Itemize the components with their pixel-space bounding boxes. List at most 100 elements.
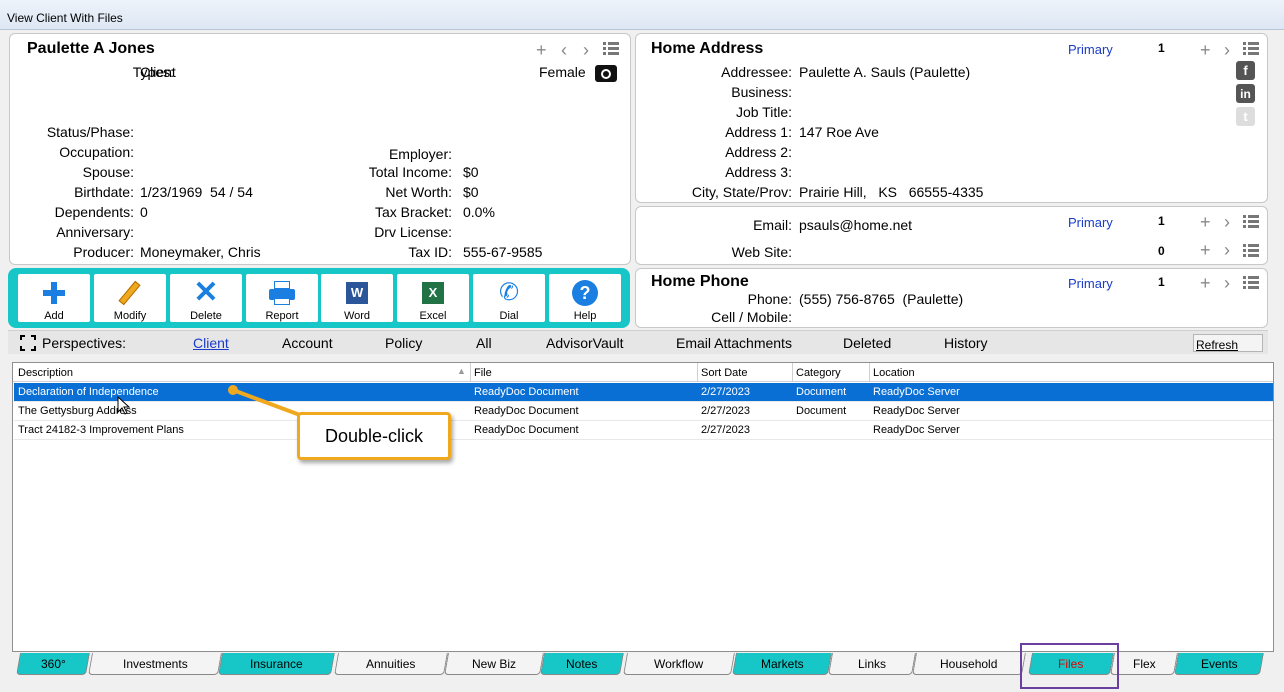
camera-icon[interactable]	[595, 65, 617, 82]
tax-bracket-value: 0.0%	[463, 204, 495, 220]
twitter-icon[interactable]: t	[1236, 107, 1255, 126]
add-phone-icon[interactable]: +	[1200, 274, 1211, 292]
net-worth-label: Net Worth:	[385, 184, 452, 200]
phone-primary-link[interactable]: Primary	[1068, 276, 1113, 291]
column-sort-date[interactable]: Sort Date	[701, 367, 747, 379]
chevron-left-icon[interactable]: ‹	[561, 41, 567, 59]
refresh-button[interactable]: Refresh	[1193, 334, 1263, 352]
dial-button[interactable]: ✆ Dial	[473, 274, 545, 322]
add-email-icon[interactable]: +	[1200, 213, 1211, 231]
home-address-panel: Home Address Primary 1 + › f in t Addres…	[635, 33, 1268, 203]
email-value[interactable]: psauls@home.net	[799, 217, 912, 233]
printer-icon	[246, 280, 318, 306]
column-location[interactable]: Location	[873, 367, 915, 379]
grid-header: Description ▲ File Sort Date Category Lo…	[13, 363, 1273, 382]
cell-description: Declaration of Independence	[18, 386, 159, 398]
address2-label: Address 2:	[725, 144, 792, 160]
producer-value: Moneymaker, Chris	[140, 244, 261, 260]
chevron-right-icon[interactable]: ›	[1224, 274, 1230, 292]
tab-annuities[interactable]: Annuities	[334, 653, 448, 675]
perspective-history[interactable]: History	[944, 335, 988, 351]
list-icon[interactable]	[1243, 244, 1259, 257]
tab-insurance[interactable]: Insurance	[218, 653, 335, 675]
drv-license-label: Drv License:	[374, 224, 452, 240]
cell-file: ReadyDoc Document	[474, 424, 579, 436]
address-primary-link[interactable]: Primary	[1068, 42, 1113, 57]
job-title-label: Job Title:	[735, 104, 792, 120]
add-website-icon[interactable]: +	[1200, 241, 1211, 259]
x-icon: ✕	[193, 276, 219, 309]
cell-file: ReadyDoc Document	[474, 405, 579, 417]
perspective-client[interactable]: Client	[193, 335, 229, 351]
expand-icon[interactable]	[20, 335, 36, 351]
home-phone-title: Home Phone	[651, 273, 749, 290]
cell-location: ReadyDoc Server	[873, 424, 960, 436]
tax-id-value: 555-67-9585	[463, 244, 543, 260]
excel-button[interactable]: X Excel	[397, 274, 469, 322]
column-file[interactable]: File	[474, 367, 492, 379]
addressee-value: Paulette A. Sauls (Paulette)	[799, 64, 971, 80]
tab-links[interactable]: Links	[828, 653, 916, 675]
help-button[interactable]: ? Help	[549, 274, 621, 322]
tab-workflow[interactable]: Workflow	[623, 653, 735, 675]
tab-household[interactable]: Household	[912, 653, 1026, 675]
list-icon[interactable]	[603, 42, 619, 55]
employer-label: Employer:	[388, 146, 452, 162]
list-icon[interactable]	[1243, 215, 1259, 228]
business-label: Business:	[731, 84, 792, 100]
column-description[interactable]: Description	[18, 367, 73, 379]
column-category[interactable]: Category	[796, 367, 841, 379]
perspective-email-attachments[interactable]: Email Attachments	[676, 335, 792, 351]
list-icon[interactable]	[1243, 276, 1259, 289]
tax-bracket-label: Tax Bracket:	[374, 204, 452, 220]
chevron-right-icon[interactable]: ›	[583, 41, 589, 59]
perspectives-label: Perspectives:	[42, 335, 127, 351]
list-icon[interactable]	[1243, 42, 1259, 55]
total-income-value: $0	[463, 164, 479, 180]
producer-label: Producer:	[73, 244, 134, 260]
report-button[interactable]: Report	[246, 274, 318, 322]
table-row[interactable]: Tract 24182-3 Improvement Plans ReadyDoc…	[14, 421, 1273, 440]
delete-button[interactable]: ✕ Delete	[170, 274, 242, 322]
excel-button-label: Excel	[419, 310, 447, 322]
chevron-right-icon[interactable]: ›	[1224, 241, 1230, 259]
plus-icon	[18, 280, 90, 306]
phone-label: Phone:	[747, 291, 792, 307]
facebook-icon[interactable]: f	[1236, 61, 1255, 80]
add-icon[interactable]: +	[536, 41, 547, 59]
tab-events[interactable]: Events	[1174, 653, 1264, 675]
add-address-icon[interactable]: +	[1200, 41, 1211, 59]
cell-location: ReadyDoc Server	[873, 386, 960, 398]
table-row[interactable]: Declaration of Independence ReadyDoc Doc…	[14, 383, 1273, 402]
chevron-right-icon[interactable]: ›	[1224, 41, 1230, 59]
tab-markets[interactable]: Markets	[732, 653, 832, 675]
perspective-deleted[interactable]: Deleted	[843, 335, 891, 351]
window-title: View Client With Files	[7, 11, 123, 25]
perspective-advisorvault[interactable]: AdvisorVault	[546, 335, 624, 351]
tab-investments[interactable]: Investments	[88, 653, 222, 675]
tax-id-label: Tax ID:	[408, 244, 452, 260]
add-button[interactable]: Add	[18, 274, 90, 322]
tab-new-biz[interactable]: New Biz	[444, 653, 544, 675]
perspective-all[interactable]: All	[476, 335, 492, 351]
perspective-policy[interactable]: Policy	[385, 335, 422, 351]
linkedin-icon[interactable]: in	[1236, 84, 1255, 103]
tab-flex[interactable]: Flex	[1110, 653, 1178, 675]
chevron-right-icon[interactable]: ›	[1224, 213, 1230, 231]
tab-360[interactable]: 360°	[16, 653, 90, 675]
word-button[interactable]: W Word	[321, 274, 393, 322]
cell-sort-date: 2/27/2023	[701, 386, 750, 398]
cell-sort-date: 2/27/2023	[701, 405, 750, 417]
client-panel: Paulette A Jones + ‹ › Types: Client Fem…	[9, 33, 631, 265]
cell-label: Cell / Mobile:	[711, 309, 792, 325]
types-value: Client	[140, 64, 176, 80]
word-button-label: Word	[343, 310, 371, 322]
phone-value[interactable]: (555) 756-8765 (Paulette)	[799, 291, 963, 307]
modify-button[interactable]: Modify	[94, 274, 166, 322]
perspective-account[interactable]: Account	[282, 335, 333, 351]
email-primary-link[interactable]: Primary	[1068, 215, 1113, 230]
tab-notes[interactable]: Notes	[540, 653, 624, 675]
table-row[interactable]: The Gettysburg Address ReadyDoc Document…	[14, 402, 1273, 421]
birthdate-value: 1/23/1969 54 / 54	[140, 184, 253, 200]
address-count: 1	[1158, 41, 1165, 55]
